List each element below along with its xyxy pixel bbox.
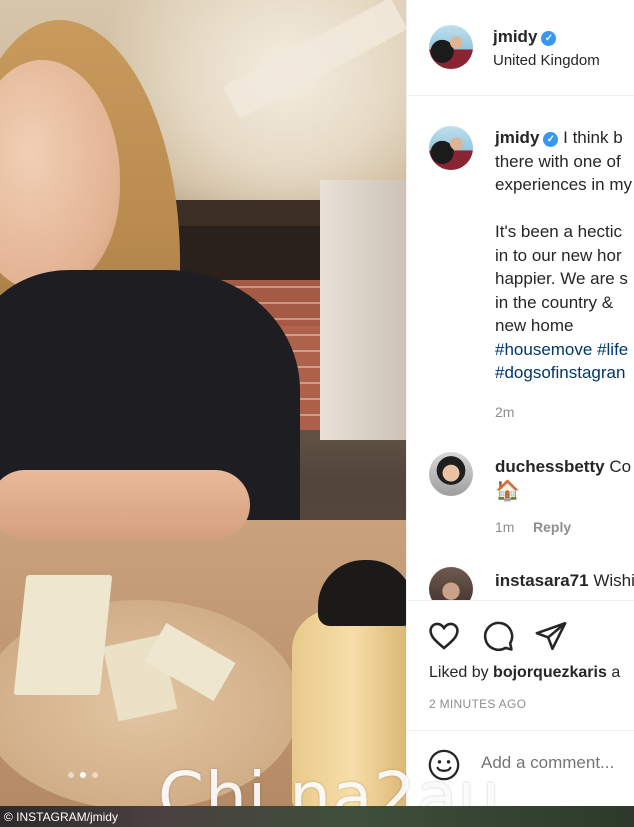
- post-sidebar: jmidy ✓ United Kingdom jmidy ✓ I think b t…: [406, 0, 634, 806]
- photo-credit: © INSTAGRAM/jmidy: [4, 810, 118, 824]
- cheese: [13, 575, 113, 695]
- comment-input[interactable]: [481, 753, 634, 773]
- comment: instasara71 Wishi: [495, 571, 634, 590]
- carousel-dot-active: [80, 772, 86, 778]
- verified-badge-icon: ✓: [541, 31, 557, 46]
- hashtag-link[interactable]: #dogsofinstagran: [495, 361, 634, 385]
- carousel-dot: [68, 772, 74, 778]
- post-photo[interactable]: [0, 0, 406, 806]
- comment-username[interactable]: duchessbetty: [495, 457, 605, 476]
- reply-button[interactable]: Reply: [533, 519, 571, 535]
- owner-username[interactable]: jmidy ✓: [493, 27, 557, 47]
- share-icon[interactable]: [534, 619, 568, 653]
- liked-by-username[interactable]: bojorquezkaris: [493, 664, 607, 681]
- post-location[interactable]: United Kingdom: [493, 52, 600, 69]
- avatar[interactable]: [429, 126, 473, 170]
- avatar[interactable]: [429, 25, 473, 69]
- avatar[interactable]: [429, 452, 473, 496]
- credit-bar: © INSTAGRAM/jmidy: [0, 806, 634, 827]
- hashtag-link[interactable]: #housemove #life: [495, 338, 634, 362]
- likes-summary: Liked by bojorquezkaris a: [429, 664, 621, 681]
- verified-badge-icon: ✓: [543, 132, 559, 147]
- caption-time[interactable]: 2m: [495, 404, 514, 420]
- caption-text: jmidy ✓ I think b there with one of exper…: [495, 126, 634, 385]
- comment-icon[interactable]: [481, 619, 515, 653]
- house-emoji-icon: 🏠: [495, 480, 520, 502]
- comment-time[interactable]: 1m: [495, 519, 514, 535]
- caption-username[interactable]: jmidy: [495, 128, 539, 147]
- heart-icon[interactable]: [427, 619, 461, 653]
- comment: duchessbetty Co 🏠: [495, 455, 634, 503]
- post-header: jmidy ✓ United Kingdom: [407, 0, 634, 96]
- post-actions: Liked by bojorquezkaris a 2 MINUTES AGO: [407, 600, 634, 720]
- comment-username[interactable]: instasara71: [495, 571, 589, 590]
- carousel-dot: [92, 772, 98, 778]
- post-timestamp[interactable]: 2 MINUTES AGO: [429, 697, 526, 711]
- carousel-indicator: [68, 772, 98, 778]
